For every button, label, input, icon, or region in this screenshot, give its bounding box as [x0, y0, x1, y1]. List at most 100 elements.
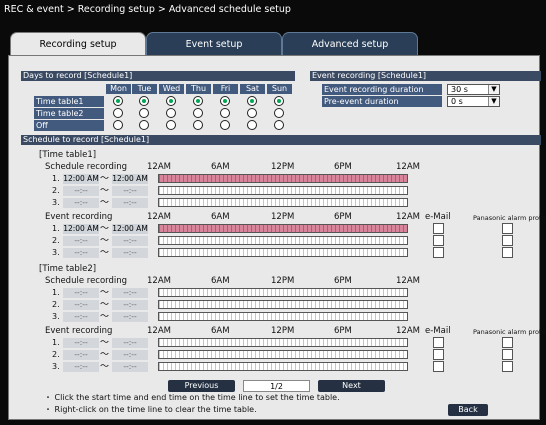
time-line[interactable] — [158, 312, 408, 321]
end-time[interactable]: --:-- — [112, 300, 148, 310]
email-checkbox[interactable] — [433, 247, 444, 258]
start-time[interactable]: --:-- — [63, 338, 99, 348]
day-radio[interactable] — [193, 120, 203, 130]
end-time[interactable]: 12:00 AM — [112, 224, 148, 234]
previous-button[interactable]: Previous — [168, 380, 235, 392]
day-radio[interactable] — [113, 108, 123, 118]
day-radio[interactable] — [220, 108, 230, 118]
start-time[interactable]: --:-- — [63, 198, 99, 208]
end-time[interactable]: --:-- — [112, 198, 148, 208]
start-time[interactable]: 12:00 AM — [63, 174, 99, 184]
note-set-time: ・ Click the start time and end time on t… — [44, 393, 340, 402]
day-radio[interactable] — [247, 108, 257, 118]
time-line[interactable] — [158, 288, 408, 297]
time-line[interactable] — [158, 350, 408, 359]
end-time[interactable]: --:-- — [112, 312, 148, 322]
days-row-label: Time table2 — [34, 108, 104, 119]
tab-advanced-setup[interactable]: Advanced setup — [282, 32, 418, 56]
alarm-protocol-column-label: Panasonic alarm protocol — [473, 214, 546, 222]
time-line[interactable] — [158, 338, 408, 347]
time-axis-tick: 12PM — [271, 212, 295, 222]
end-time[interactable]: --:-- — [112, 236, 148, 246]
day-column-sun: Sun — [267, 84, 292, 94]
time-line[interactable] — [158, 248, 408, 257]
end-time[interactable]: --:-- — [112, 186, 148, 196]
time-line[interactable] — [158, 236, 408, 245]
email-checkbox[interactable] — [433, 349, 444, 360]
start-time[interactable]: --:-- — [63, 186, 99, 196]
days-to-record-header: Days to record [Schedule1] — [21, 71, 295, 81]
day-radio[interactable] — [247, 96, 257, 106]
start-time[interactable]: --:-- — [63, 248, 99, 258]
start-time[interactable]: --:-- — [63, 300, 99, 310]
start-time[interactable]: 12:00 AM — [63, 224, 99, 234]
day-radio[interactable] — [139, 120, 149, 130]
time-line[interactable] — [158, 300, 408, 309]
time-line[interactable] — [158, 198, 408, 207]
end-time[interactable]: --:-- — [112, 338, 148, 348]
start-time[interactable]: --:-- — [63, 236, 99, 246]
event-recording-header: Event recording [Schedule1] — [310, 71, 541, 81]
email-checkbox[interactable] — [433, 223, 444, 234]
alarm-protocol-checkbox[interactable] — [502, 361, 513, 372]
day-radio[interactable] — [139, 108, 149, 118]
time-axis-tick: 12AM — [396, 212, 420, 222]
day-column-mon: Mon — [106, 84, 131, 94]
schedule-recording-label: Schedule recording — [45, 276, 128, 286]
day-column-fri: Fri — [213, 84, 238, 94]
end-time[interactable]: --:-- — [112, 288, 148, 298]
day-radio[interactable] — [274, 96, 284, 106]
day-radio[interactable] — [166, 96, 176, 106]
end-time[interactable]: 12:00 AM — [112, 174, 148, 184]
email-checkbox[interactable] — [433, 235, 444, 246]
tilde-separator: ～ — [100, 312, 110, 322]
event-duration-select[interactable]: 30 s ▼ — [447, 84, 500, 95]
day-radio[interactable] — [220, 96, 230, 106]
day-radio[interactable] — [193, 108, 203, 118]
row-number: 1. — [52, 174, 60, 183]
day-radio[interactable] — [220, 120, 230, 130]
start-time[interactable]: --:-- — [63, 362, 99, 372]
row-number: 3. — [52, 362, 60, 371]
day-radio[interactable] — [166, 108, 176, 118]
time-line[interactable] — [158, 362, 408, 371]
back-button[interactable]: Back — [448, 404, 488, 416]
day-radio[interactable] — [274, 108, 284, 118]
alarm-protocol-checkbox[interactable] — [502, 247, 513, 258]
end-time[interactable]: --:-- — [112, 362, 148, 372]
start-time[interactable]: --:-- — [63, 350, 99, 360]
alarm-protocol-checkbox[interactable] — [502, 235, 513, 246]
time-axis-tick: 12AM — [147, 212, 171, 222]
day-radio[interactable] — [139, 96, 149, 106]
email-checkbox[interactable] — [433, 361, 444, 372]
time-axis-tick: 6AM — [211, 212, 230, 222]
event-recording-label: Event recording — [45, 212, 113, 222]
alarm-protocol-checkbox[interactable] — [502, 337, 513, 348]
time-line[interactable] — [158, 224, 408, 233]
tab-recording-setup[interactable]: Recording setup — [10, 32, 146, 56]
alarm-protocol-checkbox[interactable] — [502, 349, 513, 360]
email-checkbox[interactable] — [433, 337, 444, 348]
alarm-protocol-checkbox[interactable] — [502, 223, 513, 234]
day-radio[interactable] — [193, 96, 203, 106]
time-axis-tick: 12AM — [147, 276, 171, 286]
schedule-recording-label: Schedule recording — [45, 162, 128, 172]
time-line[interactable] — [158, 174, 408, 183]
end-time[interactable]: --:-- — [112, 350, 148, 360]
time-axis-tick: 6AM — [211, 162, 230, 172]
end-time[interactable]: --:-- — [112, 248, 148, 258]
tab-event-setup[interactable]: Event setup — [146, 32, 282, 56]
start-time[interactable]: --:-- — [63, 312, 99, 322]
day-radio[interactable] — [274, 120, 284, 130]
next-button[interactable]: Next — [318, 380, 385, 392]
tilde-separator: ～ — [100, 224, 110, 234]
day-radio[interactable] — [247, 120, 257, 130]
start-time[interactable]: --:-- — [63, 288, 99, 298]
day-radio[interactable] — [113, 120, 123, 130]
pre-event-duration-select[interactable]: 0 s ▼ — [447, 96, 500, 107]
pre-event-duration-value: 0 s — [451, 97, 463, 106]
time-axis-tick: 6PM — [334, 212, 352, 222]
day-radio[interactable] — [166, 120, 176, 130]
time-line[interactable] — [158, 186, 408, 195]
day-radio[interactable] — [113, 96, 123, 106]
